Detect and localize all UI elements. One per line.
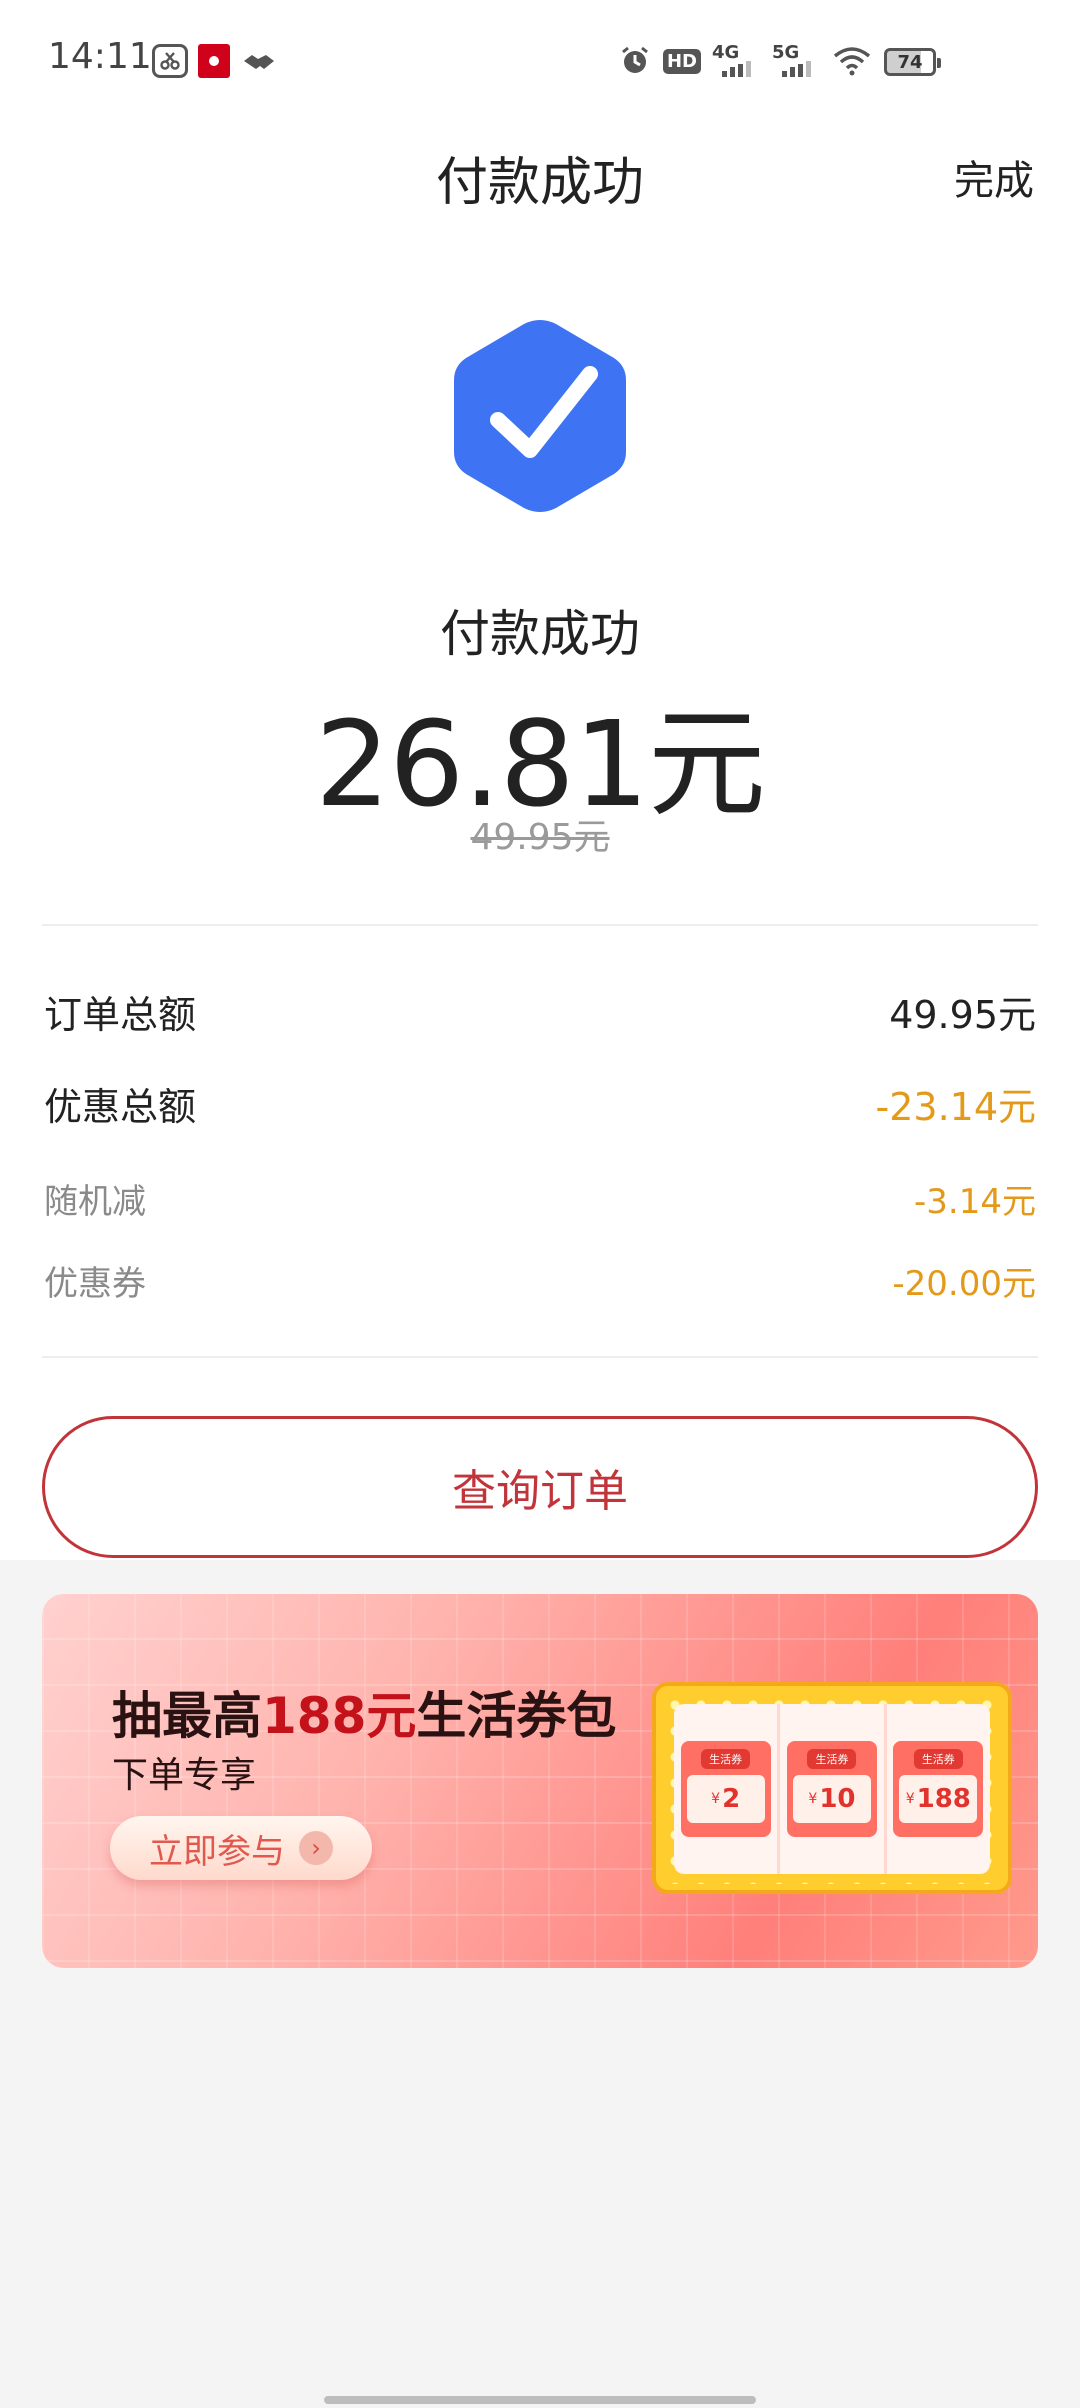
coupon-tag: 生活券 [913,1749,963,1769]
discount-total-label: 优惠总额 [44,1085,197,1129]
discount-total-value: -23.14元 [875,1085,1037,1129]
query-order-button[interactable]: 查询订单 [42,1416,1038,1558]
network-5g-label: 5G [772,42,800,63]
red-app-icon [198,44,230,78]
page-title: 付款成功 [435,153,644,213]
promo-subtitle: 下单专享 [112,1755,257,1796]
coupon-tag: 生活券 [701,1749,751,1769]
coupon-yen: ¥ [808,1791,818,1807]
promo-title-amount: 188元 [262,1687,417,1745]
chevron-right-icon: › [299,1831,333,1865]
coupon-face: ¥ 2 [686,1775,765,1823]
home-indicator[interactable] [324,2396,756,2404]
hd-icon: HD [660,44,704,78]
coupon-card: 生活券 ¥ 188 [893,1741,984,1837]
coupon-value: 188 [916,1784,971,1814]
order-total-label: 订单总额 [44,993,197,1037]
join-label: 立即参与 [149,1831,285,1872]
divider [42,924,1038,926]
order-total-value: 49.95元 [889,993,1036,1037]
slot-reels: 生活券 ¥ 2 生活券 ¥ 10 生活券 ¥ 188 [674,1704,990,1874]
status-time: 14:11 [48,36,152,77]
coupon-yen: ¥ [905,1791,915,1807]
divider [42,1356,1038,1358]
slot-machine-graphic: 生活券 ¥ 2 生活券 ¥ 10 生活券 ¥ 188 [652,1682,1012,1894]
success-check-icon [450,316,630,516]
handshake-icon [242,44,276,78]
slot-reel: 生活券 ¥ 188 [887,1704,990,1874]
payment-result-panel: 14:11 HD 4G 5G 74 付款成功 完成 付款成功 26.81元 49… [0,0,1080,1560]
promo-title-prefix: 抽最高 [112,1687,262,1745]
alarm-icon [618,44,652,78]
coupon-tag: 生活券 [807,1749,857,1769]
wifi-icon [832,44,872,78]
network-4g-label: 4G [712,42,740,63]
coupon-yen: ¥ [711,1791,721,1807]
coupon-face: ¥ 188 [899,1775,978,1823]
payment-status-text: 付款成功 [440,605,640,663]
done-button[interactable]: 完成 [954,148,1034,206]
scissors-app-icon [152,44,188,78]
status-bar: 14:11 HD 4G 5G 74 [0,0,1080,120]
random-discount-label: 随机减 [44,1182,146,1222]
coupon-card: 生活券 ¥ 10 [786,1741,877,1837]
random-discount-value: -3.14元 [914,1182,1036,1222]
coupon-card: 生活券 ¥ 2 [680,1741,771,1837]
signal-4g-icon: 4G [712,44,764,78]
signal-5g-icon: 5G [772,44,824,78]
amount-original: 49.95元 [470,817,610,858]
slot-reel: 生活券 ¥ 10 [780,1704,887,1874]
coupon-value: 2 [722,1784,741,1814]
promo-banner[interactable]: 抽最高188元生活券包 下单专享 立即参与 › 生活券 ¥ 2 生活券 ¥ 10… [42,1594,1038,1968]
battery-icon: 74 [884,48,941,76]
slot-reel: 生活券 ¥ 2 [674,1704,781,1874]
coupon-face: ¥ 10 [792,1775,871,1823]
promo-title-suffix: 生活券包 [416,1687,617,1745]
coupon-label: 优惠券 [44,1264,146,1304]
hd-label: HD [662,48,701,74]
promo-title: 抽最高188元生活券包 [112,1676,616,1748]
coupon-value: 10 [819,1784,856,1814]
coupon-value: -20.00元 [892,1264,1036,1304]
join-button[interactable]: 立即参与 › [110,1816,372,1880]
